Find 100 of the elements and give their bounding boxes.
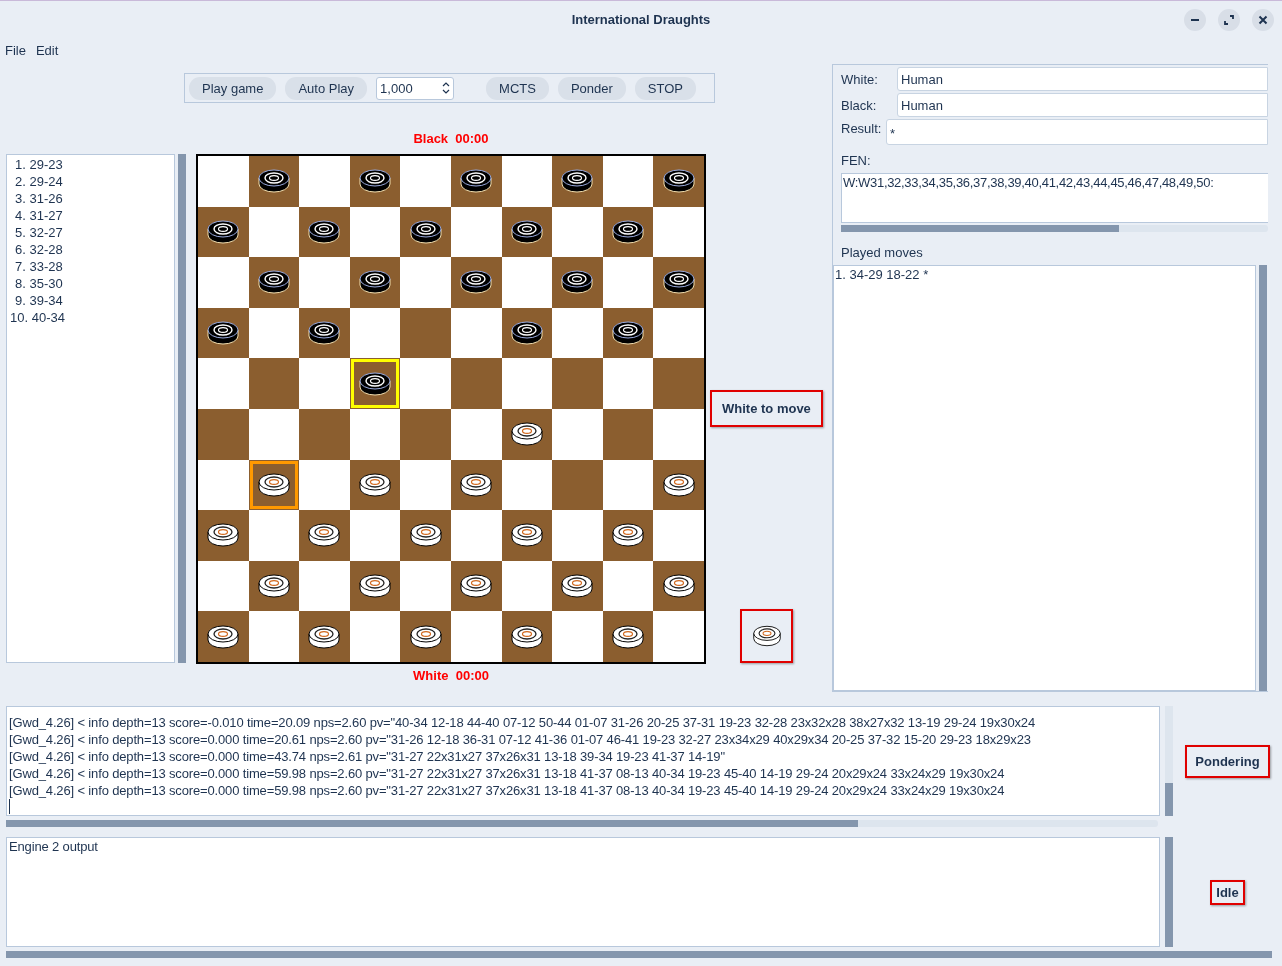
- light-square[interactable]: [198, 459, 249, 511]
- scrollbar[interactable]: [1259, 265, 1267, 691]
- dark-square[interactable]: [602, 206, 654, 258]
- draughts-piece[interactable]: [256, 572, 291, 601]
- draughts-piece[interactable]: [307, 622, 342, 651]
- dark-square[interactable]: [349, 257, 401, 308]
- light-square[interactable]: [248, 408, 300, 460]
- draughts-piece[interactable]: [358, 268, 393, 297]
- dark-square[interactable]: [450, 156, 502, 207]
- move-option[interactable]: 9. 39-34: [10, 292, 174, 309]
- draughts-piece[interactable]: [256, 470, 291, 499]
- draughts-piece[interactable]: [408, 521, 443, 550]
- light-square[interactable]: [450, 206, 502, 258]
- light-square[interactable]: [248, 307, 300, 359]
- light-square[interactable]: [552, 206, 603, 258]
- light-square[interactable]: [349, 510, 401, 561]
- draughts-piece[interactable]: [560, 268, 595, 297]
- number-spinner[interactable]: 1,000: [376, 76, 455, 100]
- dark-square[interactable]: [299, 307, 350, 359]
- dark-square[interactable]: [653, 560, 704, 612]
- dark-square[interactable]: [450, 560, 502, 612]
- light-square[interactable]: [248, 510, 300, 561]
- scrollbar[interactable]: [6, 951, 1272, 958]
- dark-square[interactable]: [349, 156, 401, 207]
- dark-square[interactable]: [501, 408, 553, 460]
- draughts-piece[interactable]: [611, 622, 646, 651]
- light-square[interactable]: [248, 611, 300, 662]
- light-square[interactable]: [653, 307, 704, 359]
- played-moves-area[interactable]: 1. 34-29 18-22 *: [833, 265, 1256, 691]
- menu-item[interactable]: File: [5, 43, 26, 58]
- draughts-piece[interactable]: [358, 572, 393, 601]
- draughts-piece[interactable]: [509, 319, 544, 348]
- dark-square[interactable]: [198, 510, 249, 561]
- light-square[interactable]: [552, 307, 603, 359]
- light-square[interactable]: [501, 560, 553, 612]
- dark-square[interactable]: [248, 156, 300, 207]
- draughts-piece[interactable]: [509, 420, 544, 449]
- dark-square[interactable]: [198, 206, 249, 258]
- draughts-piece[interactable]: [408, 622, 443, 651]
- dark-square[interactable]: [400, 611, 451, 662]
- draughts-piece[interactable]: [408, 217, 443, 246]
- dark-square[interactable]: [501, 510, 553, 561]
- dark-square[interactable]: [653, 257, 704, 308]
- light-square[interactable]: [299, 560, 350, 612]
- dark-square[interactable]: [552, 560, 603, 612]
- light-square[interactable]: [400, 459, 451, 511]
- light-square[interactable]: [501, 358, 553, 409]
- light-square[interactable]: [450, 307, 502, 359]
- light-square[interactable]: [501, 156, 553, 207]
- dark-square[interactable]: [299, 206, 350, 258]
- draughts-piece[interactable]: [611, 521, 646, 550]
- draughts-piece[interactable]: [509, 217, 544, 246]
- draughts-piece[interactable]: [611, 217, 646, 246]
- draughts-piece[interactable]: [206, 622, 241, 651]
- dark-square[interactable]: [552, 257, 603, 308]
- toolbar-button[interactable]: MCTS: [486, 76, 549, 100]
- dark-square[interactable]: [501, 206, 553, 258]
- dark-square[interactable]: [602, 611, 654, 662]
- dark-square[interactable]: [349, 459, 401, 511]
- move-option[interactable]: 8. 35-30: [10, 275, 174, 292]
- light-square[interactable]: [602, 257, 654, 308]
- light-square[interactable]: [248, 206, 300, 258]
- input-field[interactable]: Human: [897, 67, 1268, 91]
- input-field[interactable]: Human: [897, 93, 1268, 117]
- dark-square[interactable]: [552, 156, 603, 207]
- dark-square[interactable]: [400, 510, 451, 561]
- draughts-piece[interactable]: [307, 319, 342, 348]
- draughts-piece[interactable]: [459, 167, 494, 196]
- toolbar-button[interactable]: Auto Play: [285, 76, 368, 100]
- move-option[interactable]: 2. 29-24: [10, 173, 174, 190]
- dark-square[interactable]: [450, 459, 502, 511]
- minimize-button[interactable]: [1184, 9, 1206, 31]
- light-square[interactable]: [602, 459, 654, 511]
- selected-square[interactable]: [248, 459, 300, 511]
- fen-field[interactable]: W:W31,32,33,34,35,36,37,38,39,40,41,42,43,44,45,46,47,48,49,50:: [841, 173, 1268, 223]
- draughts-piece[interactable]: [358, 167, 393, 196]
- spinner-arrows-icon[interactable]: [442, 80, 451, 96]
- draughts-piece[interactable]: [358, 470, 393, 499]
- draughts-piece[interactable]: [459, 268, 494, 297]
- toolbar-button[interactable]: STOP: [634, 76, 696, 100]
- draughts-piece[interactable]: [661, 167, 696, 196]
- draughts-piece[interactable]: [661, 572, 696, 601]
- draughts-piece[interactable]: [256, 268, 291, 297]
- input-field[interactable]: *: [886, 119, 1268, 145]
- toolbar-button[interactable]: Play game: [189, 76, 277, 100]
- move-option[interactable]: 5. 32-27: [10, 224, 174, 241]
- light-square[interactable]: [349, 611, 401, 662]
- draughts-piece[interactable]: [459, 470, 494, 499]
- toolbar-button[interactable]: Ponder: [557, 76, 626, 100]
- light-square[interactable]: [349, 206, 401, 258]
- draughts-piece[interactable]: [509, 521, 544, 550]
- dark-square[interactable]: [400, 206, 451, 258]
- light-square[interactable]: [602, 156, 654, 207]
- move-option[interactable]: 1. 29-23: [10, 156, 174, 173]
- draughts-piece[interactable]: [661, 268, 696, 297]
- light-square[interactable]: [349, 408, 401, 460]
- dark-square[interactable]: [349, 560, 401, 612]
- light-square[interactable]: [400, 560, 451, 612]
- light-square[interactable]: [501, 459, 553, 511]
- draughts-piece[interactable]: [206, 217, 241, 246]
